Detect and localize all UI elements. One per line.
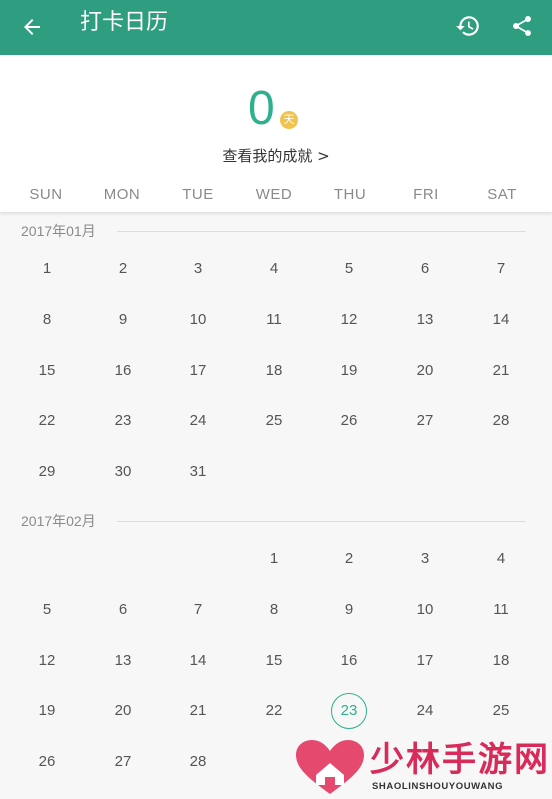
calendar-day[interactable]: 1 — [254, 544, 294, 574]
calendar-day[interactable]: 5 — [329, 254, 369, 284]
calendar-day[interactable]: 10 — [178, 305, 218, 335]
calendar-day[interactable]: 13 — [103, 646, 143, 676]
calendar-day[interactable]: 2 — [103, 254, 143, 284]
calendar-day[interactable]: 13 — [405, 305, 445, 335]
checkin-count: 0 — [248, 82, 275, 135]
calendar-day[interactable]: 3 — [178, 254, 218, 284]
calendar-day[interactable]: 14 — [481, 305, 521, 335]
calendar-day[interactable]: 9 — [329, 595, 369, 625]
calendar-day[interactable]: 22 — [27, 406, 67, 436]
view-achievements-link[interactable]: 查看我的成就 > — [0, 145, 552, 166]
calendar-day[interactable]: 6 — [103, 595, 143, 625]
calendar-day[interactable]: 6 — [405, 254, 445, 284]
calendar-day[interactable]: 29 — [27, 457, 67, 487]
calendar-day[interactable]: 16 — [329, 646, 369, 676]
app-bar: 打卡日历 — [0, 0, 552, 55]
day-unit-badge: 天 — [280, 111, 298, 129]
month-divider — [117, 521, 526, 522]
weekday-label: SAT — [487, 186, 517, 203]
calendar-day[interactable]: 3 — [405, 544, 445, 574]
calendar-day[interactable]: 24 — [178, 406, 218, 436]
calendar-day[interactable]: 17 — [178, 356, 218, 386]
calendar-day[interactable]: 25 — [481, 696, 521, 726]
weekday-label: MON — [103, 186, 141, 203]
month-label: 2017年02月 — [21, 513, 96, 529]
calendar-day[interactable]: 27 — [405, 406, 445, 436]
calendar-day[interactable]: 26 — [329, 406, 369, 436]
weekday-label: TUE — [182, 186, 214, 203]
calendar-day[interactable]: 12 — [329, 305, 369, 335]
calendar-day[interactable]: 1 — [27, 254, 67, 284]
calendar-day[interactable]: 4 — [254, 254, 294, 284]
calendar-day[interactable]: 8 — [254, 595, 294, 625]
weekday-header: SUN MON TUE WED THU FRI SAT — [0, 186, 552, 206]
calendar-day[interactable]: 19 — [329, 356, 369, 386]
calendar-day[interactable]: 22 — [254, 696, 294, 726]
calendar-day[interactable]: 17 — [405, 646, 445, 676]
calendar-day[interactable]: 21 — [178, 696, 218, 726]
weekday-label: SUN — [29, 186, 63, 203]
calendar-day[interactable]: 11 — [481, 595, 521, 625]
weekday-label: FRI — [413, 186, 439, 203]
share-icon[interactable] — [504, 8, 540, 44]
calendar-day[interactable]: 23 — [103, 406, 143, 436]
history-icon[interactable] — [450, 8, 486, 44]
calendar-day[interactable]: 24 — [405, 696, 445, 726]
calendar-day[interactable]: 15 — [27, 356, 67, 386]
calendar-day[interactable]: 28 — [481, 406, 521, 436]
calendar-day[interactable]: 2 — [329, 544, 369, 574]
calendar-day[interactable]: 15 — [254, 646, 294, 676]
calendar-day[interactable]: 28 — [178, 747, 218, 777]
page-title: 打卡日历 — [80, 10, 169, 35]
calendar-day[interactable]: 31 — [178, 457, 218, 487]
calendar-day[interactable]: 11 — [254, 305, 294, 335]
calendar-day[interactable]: 9 — [103, 305, 143, 335]
weekday-label: THU — [333, 186, 367, 203]
calendar-day[interactable]: 14 — [178, 646, 218, 676]
calendar-day[interactable]: 8 — [27, 305, 67, 335]
calendar-day[interactable]: 30 — [103, 457, 143, 487]
calendar-day[interactable]: 18 — [481, 646, 521, 676]
calendar-day[interactable]: 20 — [103, 696, 143, 726]
calendar-day[interactable]: 4 — [481, 544, 521, 574]
calendar-day[interactable]: 18 — [254, 356, 294, 386]
calendar-day[interactable]: 5 — [27, 595, 67, 625]
calendar-day[interactable]: 12 — [27, 646, 67, 676]
weekday-label: WED — [255, 186, 293, 203]
calendar-day[interactable]: 25 — [254, 406, 294, 436]
month-divider — [117, 231, 526, 232]
calendar-day[interactable]: 7 — [178, 595, 218, 625]
calendar-day[interactable]: 26 — [27, 747, 67, 777]
back-arrow-icon[interactable] — [14, 9, 50, 45]
calendar-day[interactable]: 16 — [103, 356, 143, 386]
calendar-day[interactable]: 27 — [103, 747, 143, 777]
watermark-url: SHAOLINSHOUYOUWANG — [372, 781, 504, 792]
calendar-day[interactable]: 20 — [405, 356, 445, 386]
month-label: 2017年01月 — [21, 223, 96, 239]
heart-home-icon — [296, 740, 364, 794]
calendar-day[interactable]: 7 — [481, 254, 521, 284]
calendar-day[interactable]: 21 — [481, 356, 521, 386]
calendar-day-today[interactable]: 23 — [331, 693, 367, 730]
calendar-day[interactable]: 10 — [405, 595, 445, 625]
watermark-name: 少林手游网 — [370, 740, 550, 780]
watermark-logo: 少林手游网 SHAOLINSHOUYOUWANG — [288, 736, 552, 799]
summary-panel: 0 天 查看我的成就 > SUN MON TUE WED THU FRI SAT — [0, 55, 552, 212]
calendar-day[interactable]: 19 — [27, 696, 67, 726]
